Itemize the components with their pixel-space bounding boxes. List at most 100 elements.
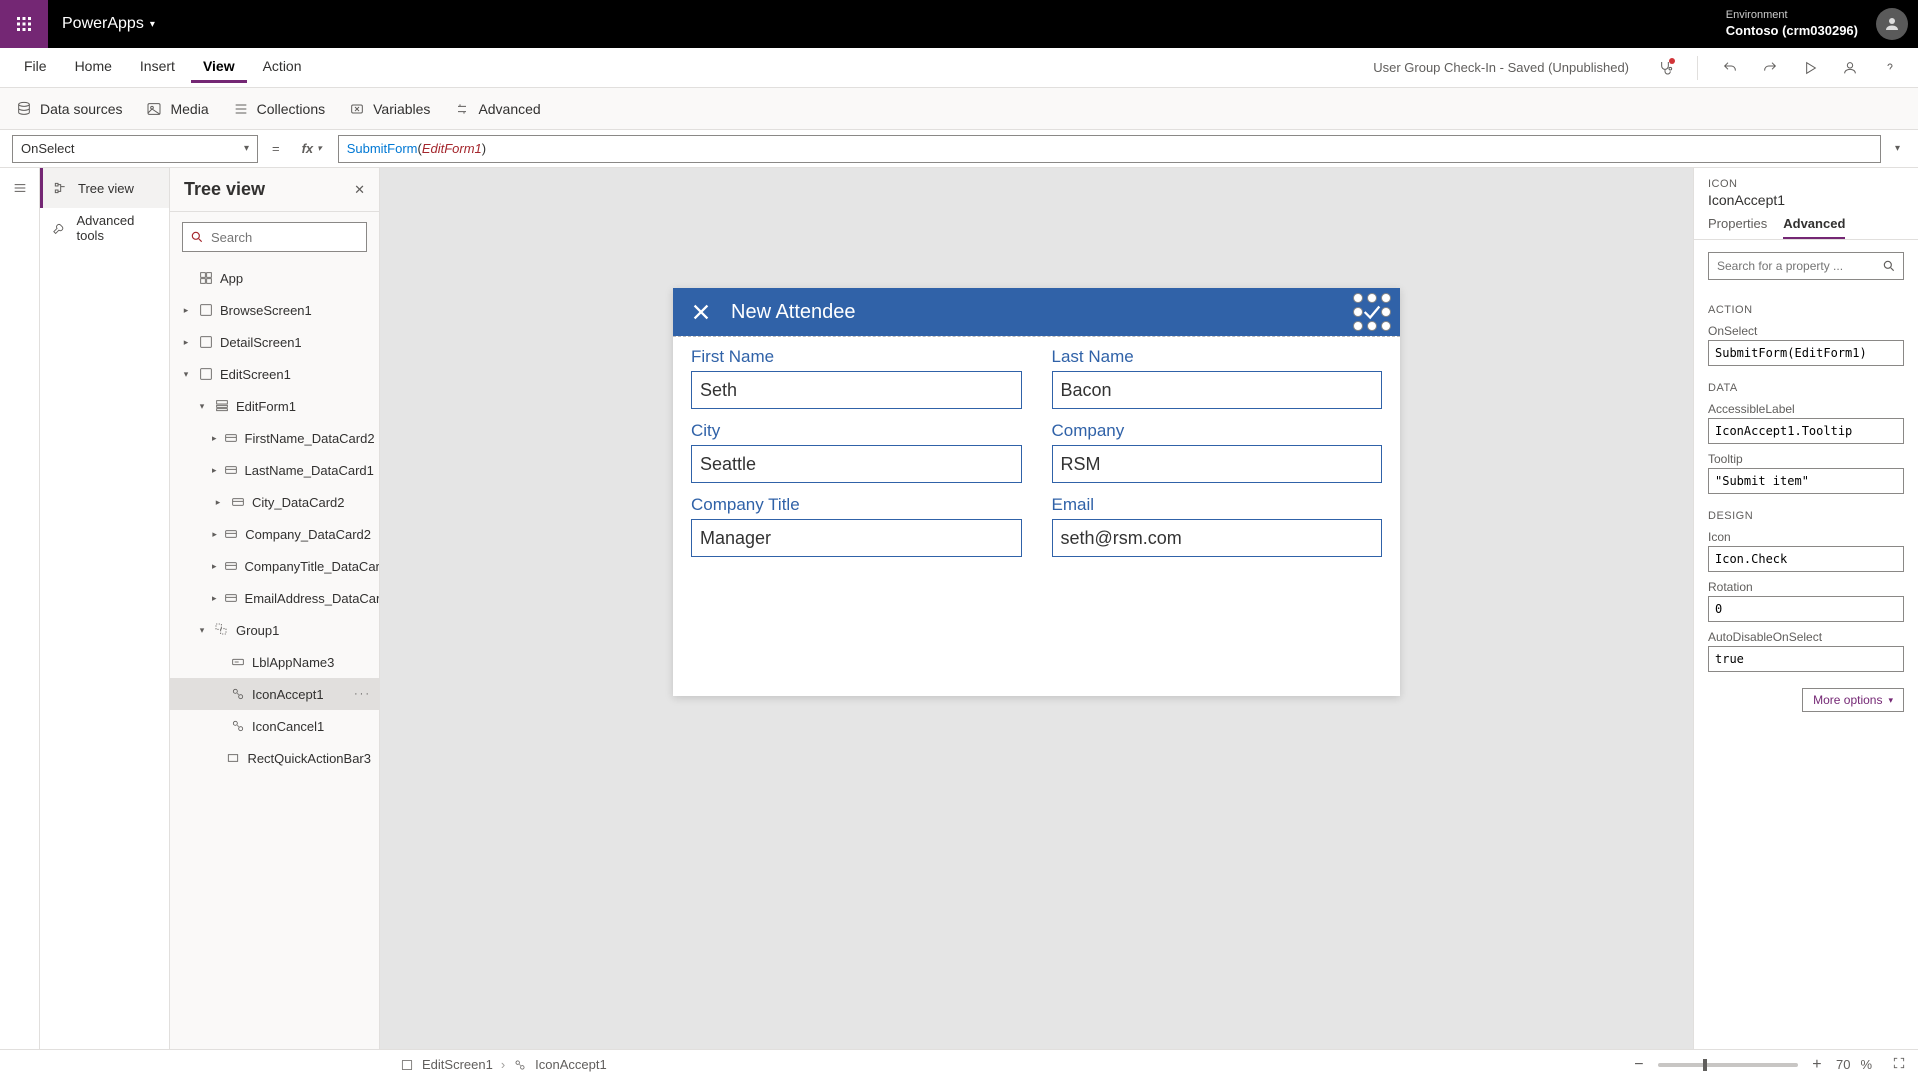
tree-close-button[interactable]: ✕ xyxy=(354,182,365,198)
menu-file[interactable]: File xyxy=(12,52,59,83)
field-input[interactable] xyxy=(1052,519,1383,557)
tree-node[interactable]: ▾Group1 xyxy=(170,614,379,646)
data-card[interactable]: Company xyxy=(1052,421,1383,483)
image-icon xyxy=(146,101,162,117)
property-input[interactable] xyxy=(1708,468,1904,494)
tree-node[interactable]: ▸Company_DataCard2 xyxy=(170,518,379,550)
tree-search-input[interactable] xyxy=(182,222,367,252)
tree-expand-icon[interactable]: ▾ xyxy=(196,625,208,636)
property-input[interactable] xyxy=(1708,646,1904,672)
media-button[interactable]: Media xyxy=(146,101,208,117)
property-input[interactable] xyxy=(1708,340,1904,366)
breadcrumb-control[interactable]: IconAccept1 xyxy=(535,1057,607,1072)
fit-to-window-button[interactable] xyxy=(1892,1056,1906,1073)
data-sources-button[interactable]: Data sources xyxy=(16,101,122,117)
tree-node[interactable]: ▸BrowseScreen1 xyxy=(170,294,379,326)
tab-properties[interactable]: Properties xyxy=(1708,216,1767,239)
top-app-bar: PowerApps ▾ Environment Contoso (crm0302… xyxy=(0,0,1918,48)
control-name: IconAccept1 xyxy=(1708,192,1904,208)
tree-node[interactable]: App xyxy=(170,262,379,294)
app-launcher-button[interactable] xyxy=(0,0,48,48)
data-card[interactable]: First Name xyxy=(691,347,1022,409)
tree-node-label: LastName_DataCard1 xyxy=(245,463,374,478)
undo-button[interactable] xyxy=(1714,52,1746,84)
tree-node[interactable]: IconAccept1··· xyxy=(170,678,379,710)
zoom-slider[interactable] xyxy=(1658,1063,1798,1067)
tree-node[interactable]: ▸EmailAddress_DataCard2 xyxy=(170,582,379,614)
nav-tree-view[interactable]: Tree view xyxy=(40,168,169,208)
tree-node[interactable]: ▾EditScreen1 xyxy=(170,358,379,390)
tree-expand-icon[interactable]: ▸ xyxy=(180,337,192,348)
user-avatar-button[interactable] xyxy=(1876,8,1908,40)
tree-node-more-button[interactable]: ··· xyxy=(354,688,371,700)
more-options-button[interactable]: More options ▾ xyxy=(1802,688,1904,712)
tree-expand-icon[interactable]: ▸ xyxy=(212,465,217,476)
redo-button[interactable] xyxy=(1754,52,1786,84)
formula-expand-icon[interactable]: ▾ xyxy=(1889,143,1906,154)
data-card[interactable]: Email xyxy=(1052,495,1383,557)
tree-expand-icon[interactable]: ▸ xyxy=(212,433,217,444)
advanced-button[interactable]: Advanced xyxy=(454,101,540,117)
property-search-input[interactable] xyxy=(1708,252,1904,280)
label-icon xyxy=(230,654,246,670)
waffle-icon xyxy=(16,16,32,32)
preview-button[interactable] xyxy=(1794,52,1826,84)
tab-advanced[interactable]: Advanced xyxy=(1783,216,1845,239)
variables-button[interactable]: Variables xyxy=(349,101,430,117)
app-name-dropdown[interactable]: PowerApps ▾ xyxy=(62,15,155,33)
field-input[interactable] xyxy=(691,519,1022,557)
cancel-icon-control[interactable] xyxy=(687,298,715,326)
environment-info[interactable]: Environment Contoso (crm030296) xyxy=(1726,8,1858,39)
data-card[interactable]: Last Name xyxy=(1052,347,1383,409)
accept-icon-control[interactable] xyxy=(1358,298,1386,326)
tree-expand-icon[interactable]: ▸ xyxy=(212,593,217,604)
field-input[interactable] xyxy=(691,371,1022,409)
property-input[interactable] xyxy=(1708,546,1904,572)
fx-button[interactable]: fx▾ xyxy=(294,141,330,156)
data-card[interactable]: City xyxy=(691,421,1022,483)
tree-node[interactable]: LblAppName3 xyxy=(170,646,379,678)
property-input[interactable] xyxy=(1708,596,1904,622)
zoom-in-button[interactable]: + xyxy=(1808,1056,1826,1074)
canvas[interactable]: New Attendee First NameLast NameCityComp… xyxy=(380,168,1693,1049)
section-title: DATA xyxy=(1708,382,1904,394)
person-icon xyxy=(1883,15,1901,33)
breadcrumb-screen[interactable]: EditScreen1 xyxy=(422,1057,493,1072)
share-button[interactable] xyxy=(1834,52,1866,84)
property-input[interactable] xyxy=(1708,418,1904,444)
menu-view[interactable]: View xyxy=(191,52,247,83)
formula-input[interactable]: SubmitForm(EditForm1) xyxy=(338,135,1881,163)
tree-expand-icon[interactable]: ▾ xyxy=(196,401,208,412)
property-label: OnSelect xyxy=(1708,324,1904,338)
tree-expand-icon[interactable]: ▸ xyxy=(180,305,192,316)
app-checker-button[interactable] xyxy=(1649,52,1681,84)
menu-home[interactable]: Home xyxy=(63,52,124,83)
tree-node[interactable]: ▸ LastName_DataCard1 xyxy=(170,454,379,486)
tree-node[interactable]: ▸DetailScreen1 xyxy=(170,326,379,358)
tree-node[interactable]: ▸CompanyTitle_DataCard2 xyxy=(170,550,379,582)
help-button[interactable] xyxy=(1874,52,1906,84)
nav-advanced-tools[interactable]: Advanced tools xyxy=(40,208,169,248)
tree-node[interactable]: ▸FirstName_DataCard2 xyxy=(170,422,379,454)
collections-button[interactable]: Collections xyxy=(233,101,325,117)
menu-insert[interactable]: Insert xyxy=(128,52,187,83)
menu-action[interactable]: Action xyxy=(251,52,314,83)
field-input[interactable] xyxy=(691,445,1022,483)
field-input[interactable] xyxy=(1052,445,1383,483)
property-selector[interactable]: OnSelect xyxy=(12,135,258,163)
database-icon xyxy=(16,101,32,117)
zoom-out-button[interactable]: − xyxy=(1630,1056,1648,1074)
tree-expand-icon[interactable]: ▸ xyxy=(212,561,217,572)
field-input[interactable] xyxy=(1052,371,1383,409)
tree-node[interactable]: IconCancel1 xyxy=(170,710,379,742)
rail-hamburger-button[interactable] xyxy=(0,168,40,208)
tree-node[interactable]: ▸City_DataCard2 xyxy=(170,486,379,518)
tree-expand-icon[interactable]: ▸ xyxy=(212,529,217,540)
field-label: Email xyxy=(1052,495,1383,515)
tree-node[interactable]: RectQuickActionBar3 xyxy=(170,742,379,774)
data-card[interactable]: Company Title xyxy=(691,495,1022,557)
tree-expand-icon[interactable]: ▸ xyxy=(212,497,224,508)
tree-expand-icon[interactable]: ▾ xyxy=(180,369,192,380)
tree-node-label: App xyxy=(220,271,243,286)
tree-node[interactable]: ▾EditForm1 xyxy=(170,390,379,422)
